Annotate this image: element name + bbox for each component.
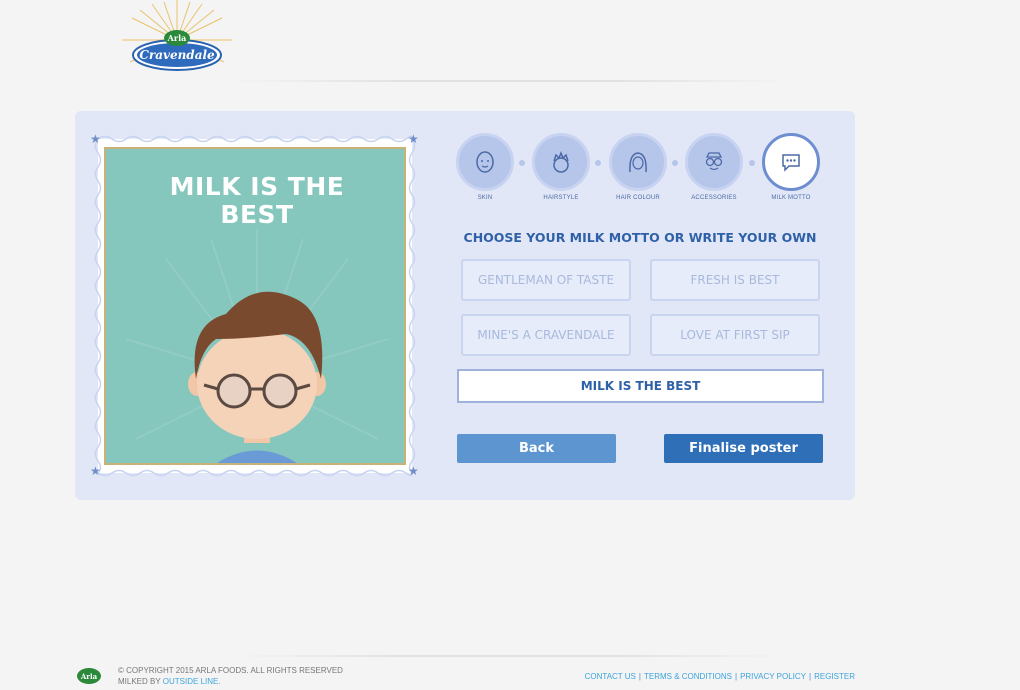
step-label: MILK MOTTO [771,195,811,201]
footer-copyright: © COPYRIGHT 2015 ARLA FOODS. ALL RIGHTS … [118,665,343,687]
motto-option[interactable]: GENTLEMAN OF TASTE [461,259,631,301]
contact-us-link[interactable]: CONTACT US [585,672,636,681]
avatar-shirt [217,450,297,463]
step-hairstyle[interactable]: HAIRSTYLE [531,133,591,201]
logo-arla-text: Arla [167,33,187,43]
step-circle[interactable] [609,133,667,191]
poster-frame: ★ ★ ★ ★ MILK IS THE BEST [90,131,420,481]
step-circle[interactable] [456,133,514,191]
step-connector-dot [519,160,525,166]
step-skin[interactable]: SKIN [455,133,515,201]
avatar-face [197,329,317,439]
motto-option[interactable]: MINE'S A CRAVENDALE [461,314,631,356]
step-accessories[interactable]: ACCESSORIES [684,133,744,201]
back-button[interactable]: Back [457,434,616,463]
step-hair-colour[interactable]: HAIR COLOUR [608,133,668,201]
poster-preview: MILK IS THE BEST [104,147,406,465]
footer-divider [230,655,790,657]
step-circle-active[interactable] [762,133,820,191]
step-connector-dot [672,160,678,166]
editor-panel: ★ ★ ★ ★ MILK IS THE BEST SKIN HAIRSTYLE … [75,111,855,500]
face-icon [476,151,494,173]
milked-by-text: MILKED BY [118,677,161,686]
logo-cravendale-text: Cravendale [139,48,215,62]
step-label: HAIR COLOUR [616,195,660,201]
footer-links: CONTACT US | TERMS & CONDITIONS | PRIVACY PO… [584,672,855,681]
header: Arla Cravendale [0,0,1020,84]
cravendale-logo[interactable]: Arla Cravendale [112,0,242,80]
step-milk-motto[interactable]: MILK MOTTO [761,133,821,201]
step-connector-dot [749,160,755,166]
star-icon: ★ [90,132,101,146]
custom-motto-input[interactable]: MILK IS THE BEST [457,369,824,403]
header-divider [230,80,790,82]
arla-footer-logo[interactable]: Arla [76,666,102,686]
step-label: HAIRSTYLE [543,195,579,201]
star-icon: ★ [408,132,419,146]
hair-colour-icon [629,152,647,173]
step-connector-dot [595,160,601,166]
terms-conditions-link[interactable]: TERMS & CONDITIONS [644,672,732,681]
step-circle[interactable] [685,133,743,191]
glasses-icon [705,152,723,171]
outside-line-link[interactable]: OUTSIDE LINE. [163,677,221,686]
finalise-poster-button[interactable]: Finalise poster [664,434,823,463]
motto-heading: CHOOSE YOUR MILK MOTTO OR WRITE YOUR OWN [463,230,817,245]
motto-option[interactable]: FRESH IS BEST [650,259,820,301]
step-circle[interactable] [532,133,590,191]
poster-motto-text: MILK IS THE BEST [169,172,345,229]
privacy-policy-link[interactable]: PRIVACY POLICY [740,672,806,681]
copyright-text: © COPYRIGHT 2015 ARLA FOODS. ALL RIGHTS … [118,666,343,675]
hairstyle-icon [553,150,569,173]
star-icon: ★ [90,464,101,478]
register-link[interactable]: REGISTER [814,672,855,681]
step-label: ACCESSORIES [691,195,737,201]
motto-option[interactable]: LOVE AT FIRST SIP [650,314,820,356]
speech-bubble-icon [782,154,800,172]
footer-logo-text: Arla [80,672,98,681]
star-icon: ★ [408,464,419,478]
step-indicator: SKIN HAIRSTYLE HAIR COLOUR ACCESSORIES M… [455,133,825,208]
step-label: SKIN [477,195,493,201]
